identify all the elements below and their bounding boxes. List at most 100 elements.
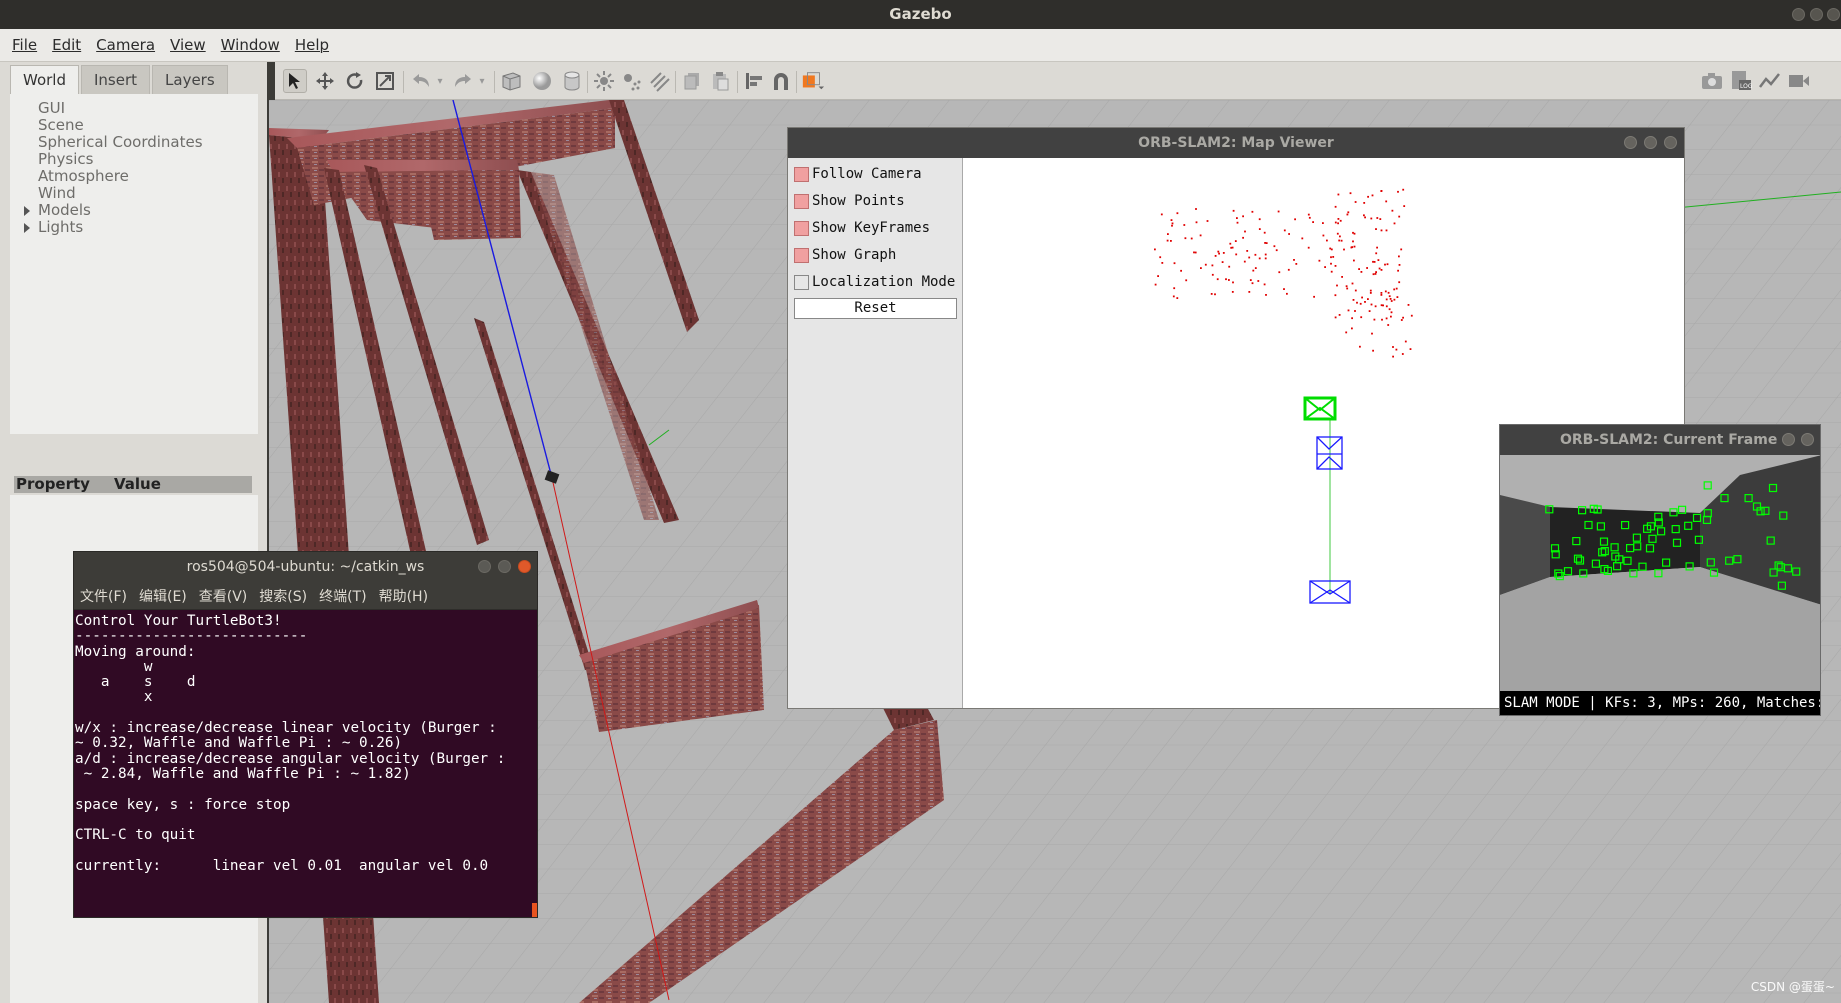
option-localization-mode[interactable]: Localization Mode bbox=[794, 271, 955, 293]
undo-icon[interactable] bbox=[409, 69, 433, 93]
undo-dropdown-icon[interactable]: ▾ bbox=[433, 69, 447, 93]
terminal-menu-terminal[interactable]: 终端(T) bbox=[319, 586, 366, 606]
scale-icon[interactable] bbox=[373, 69, 397, 93]
terminal-output[interactable]: Control Your TurtleBot3! ----------------… bbox=[75, 612, 535, 917]
checkbox[interactable] bbox=[794, 193, 809, 209]
terminal-line: x bbox=[75, 689, 153, 706]
map-point bbox=[1375, 252, 1378, 255]
map-point bbox=[1254, 267, 1257, 269]
terminal-menu-search[interactable]: 搜索(S) bbox=[259, 586, 307, 606]
option-show-graph[interactable]: Show Graph bbox=[794, 244, 896, 266]
directional-light-icon[interactable] bbox=[647, 69, 671, 93]
video-record-icon[interactable] bbox=[1787, 69, 1811, 93]
map-point bbox=[1390, 311, 1393, 314]
reset-button[interactable]: Reset bbox=[794, 298, 957, 319]
map-point bbox=[1347, 211, 1350, 214]
map-point bbox=[1322, 222, 1324, 224]
map-point bbox=[1193, 251, 1195, 254]
rotate-icon[interactable] bbox=[343, 69, 367, 93]
map-point bbox=[1382, 304, 1384, 307]
redo-dropdown-icon[interactable]: ▾ bbox=[475, 69, 489, 93]
plot-icon[interactable] bbox=[1758, 69, 1782, 93]
terminal-line: CTRL-C to quit bbox=[75, 827, 196, 844]
maximize-button[interactable] bbox=[1810, 8, 1823, 21]
terminal-maximize-button[interactable] bbox=[498, 560, 511, 573]
map-point bbox=[1277, 210, 1280, 213]
map-point bbox=[1337, 218, 1340, 220]
checkbox[interactable] bbox=[794, 247, 809, 263]
redo-icon[interactable] bbox=[451, 69, 475, 93]
option-show-points[interactable]: Show Points bbox=[794, 190, 905, 212]
menu-edit[interactable]: Edit bbox=[46, 36, 87, 54]
map-point bbox=[1347, 309, 1350, 312]
tree-item-lights[interactable]: Lights bbox=[10, 219, 258, 236]
option-show-keyframes[interactable]: Show KeyFrames bbox=[794, 217, 930, 239]
expand-arrow-icon[interactable] bbox=[24, 206, 30, 216]
map-point bbox=[1324, 266, 1326, 268]
translate-icon[interactable] bbox=[313, 69, 337, 93]
current-frame-minimize-button[interactable] bbox=[1782, 433, 1795, 446]
tree-item-physics[interactable]: Physics bbox=[10, 151, 258, 168]
copy-icon[interactable] bbox=[680, 69, 704, 93]
color-view-icon[interactable] bbox=[801, 69, 825, 93]
map-point bbox=[1354, 201, 1357, 203]
point-light-icon[interactable] bbox=[592, 69, 616, 93]
log-icon[interactable]: LOG bbox=[1729, 69, 1753, 93]
map-point bbox=[1398, 264, 1401, 266]
tab-layers[interactable]: Layers bbox=[152, 65, 228, 94]
tree-item-gui[interactable]: GUI bbox=[10, 100, 258, 117]
menu-view[interactable]: View bbox=[164, 36, 212, 54]
terminal-line: w/x : increase/decrease linear velocity … bbox=[75, 720, 497, 737]
terminal-menu-file[interactable]: 文件(F) bbox=[80, 586, 127, 606]
map-point bbox=[1378, 267, 1381, 270]
map-viewer-close-button[interactable] bbox=[1664, 136, 1677, 149]
checkbox[interactable] bbox=[794, 274, 809, 290]
terminal-minimize-button[interactable] bbox=[478, 560, 491, 573]
tab-world[interactable]: World bbox=[10, 65, 79, 94]
close-button[interactable] bbox=[1827, 8, 1840, 21]
tab-insert[interactable]: Insert bbox=[81, 65, 151, 94]
cylinder-icon[interactable] bbox=[560, 69, 584, 93]
terminal-menu-edit[interactable]: 编辑(E) bbox=[139, 586, 187, 606]
map-point bbox=[1217, 250, 1220, 253]
paste-icon[interactable] bbox=[708, 69, 732, 93]
tree-item-spherical-coordinates[interactable]: Spherical Coordinates bbox=[10, 134, 258, 151]
sphere-icon[interactable] bbox=[530, 69, 554, 93]
map-point bbox=[1263, 283, 1266, 286]
map-point bbox=[1374, 305, 1377, 308]
snap-icon[interactable] bbox=[769, 69, 793, 93]
map-point bbox=[1252, 269, 1255, 272]
map-point bbox=[1173, 287, 1176, 290]
map-point bbox=[1246, 250, 1249, 252]
map-point bbox=[1397, 190, 1399, 193]
map-viewer-maximize-button[interactable] bbox=[1644, 136, 1657, 149]
map-point bbox=[1330, 248, 1333, 251]
select-arrow-icon[interactable] bbox=[283, 69, 307, 93]
tree-item-atmosphere[interactable]: Atmosphere bbox=[10, 168, 258, 185]
expand-arrow-icon[interactable] bbox=[24, 223, 30, 233]
checkbox[interactable] bbox=[794, 220, 809, 236]
align-icon[interactable] bbox=[742, 69, 766, 93]
screenshot-icon[interactable] bbox=[1700, 69, 1724, 93]
map-viewer-minimize-button[interactable] bbox=[1624, 136, 1637, 149]
terminal-menu-view[interactable]: 查看(V) bbox=[199, 586, 248, 606]
map-point bbox=[1195, 221, 1198, 224]
minimize-button[interactable] bbox=[1792, 8, 1805, 21]
box-icon[interactable] bbox=[499, 69, 523, 93]
map-point bbox=[1370, 217, 1373, 220]
option-follow-camera[interactable]: Follow Camera bbox=[794, 163, 922, 185]
checkbox[interactable] bbox=[794, 166, 809, 182]
terminal-close-button[interactable] bbox=[518, 560, 531, 573]
current-frame-close-button[interactable] bbox=[1801, 433, 1814, 446]
map-point bbox=[1381, 318, 1383, 321]
tree-item-wind[interactable]: Wind bbox=[10, 185, 258, 202]
menu-file[interactable]: File bbox=[6, 36, 43, 54]
tree-item-scene[interactable]: Scene bbox=[10, 117, 258, 134]
menu-camera[interactable]: Camera bbox=[90, 36, 161, 54]
menu-help[interactable]: Help bbox=[289, 36, 335, 54]
spot-light-icon[interactable] bbox=[619, 69, 643, 93]
map-point bbox=[1235, 253, 1238, 256]
menu-window[interactable]: Window bbox=[215, 36, 286, 54]
tree-item-models[interactable]: Models bbox=[10, 202, 258, 219]
terminal-menu-help[interactable]: 帮助(H) bbox=[379, 586, 428, 606]
